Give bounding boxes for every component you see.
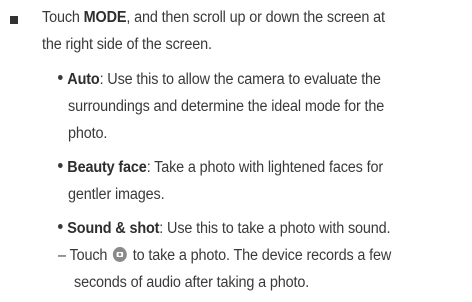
mode-name-beauty-face: Beauty face — [67, 159, 147, 176]
mode-keyword: MODE — [83, 9, 127, 26]
camera-icon — [113, 247, 127, 263]
sub-step-dash: – — [58, 247, 66, 264]
mode-desc-auto-3: photo. — [68, 125, 108, 142]
main-instruction-line-1: Touch MODE, and then scroll up or down t… — [42, 8, 385, 28]
main-instruction-pre: Touch — [42, 9, 84, 26]
main-instruction-post: , and then scroll up or down the screen … — [126, 9, 385, 26]
document-page: Touch MODE, and then scroll up or down t… — [0, 0, 472, 302]
sub-step-post: to take a photo. The device records a fe… — [132, 247, 392, 264]
sub-step-line-2: seconds of audio after taking a photo. — [74, 274, 310, 291]
mode-item-beauty-face: Beauty face: Take a photo with lightened… — [58, 158, 383, 178]
mode-name-sound-shot: Sound & shot — [67, 220, 160, 237]
dot-bullet-icon — [58, 224, 63, 230]
dot-bullet-icon — [58, 75, 63, 81]
mode-desc-auto-1: : Use this to allow the camera to evalua… — [99, 71, 381, 88]
mode-item-auto: Auto: Use this to allow the camera to ev… — [58, 70, 381, 90]
mode-desc-sound-shot-1: : Use this to take a photo with sound. — [159, 220, 391, 237]
main-instruction-line-2: the right side of the screen. — [42, 36, 212, 53]
mode-name-auto: Auto — [67, 71, 100, 88]
mode-desc-beauty-face-1: : Take a photo with lightened faces for — [146, 159, 384, 176]
mode-item-sound-shot: Sound & shot: Use this to take a photo w… — [58, 219, 391, 239]
sub-step-pre: Touch — [69, 247, 108, 264]
sub-step-line-1: – Touch to take a photo. The device reco… — [58, 246, 391, 266]
mode-desc-auto-2: surroundings and determine the ideal mod… — [68, 98, 385, 115]
mode-desc-beauty-face-2: gentler images. — [68, 186, 165, 203]
square-bullet-icon — [10, 16, 18, 24]
dot-bullet-icon — [58, 163, 63, 169]
